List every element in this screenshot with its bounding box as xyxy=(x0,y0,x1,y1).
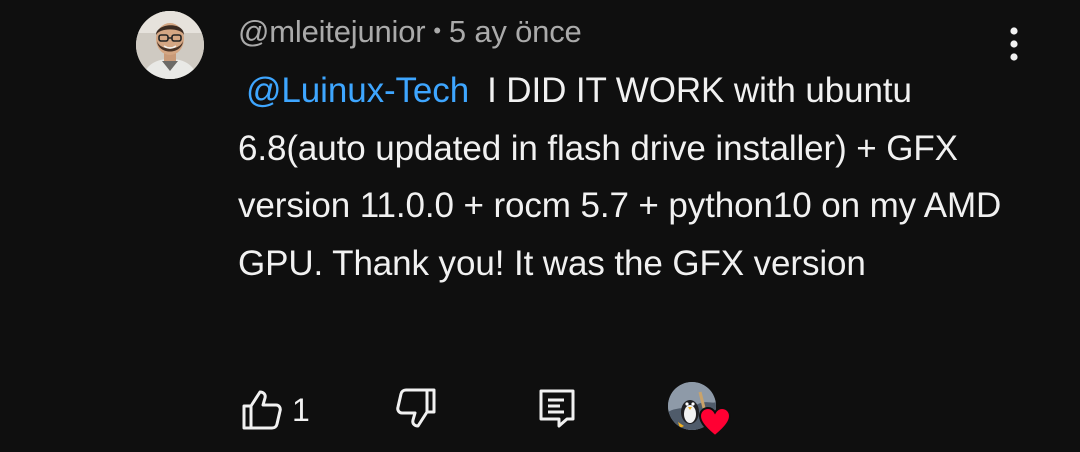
like-count: 1 xyxy=(292,392,310,428)
reply-comment-icon[interactable] xyxy=(534,386,580,432)
creator-heart-badge xyxy=(668,382,732,438)
more-vert-icon[interactable] xyxy=(1000,26,1028,64)
thumb-up-icon[interactable] xyxy=(238,386,284,432)
comment-header: @mleitejunior • 5 ay önce xyxy=(238,14,582,50)
author-name[interactable]: @mleitejunior xyxy=(238,14,426,49)
thumb-down-icon[interactable] xyxy=(394,386,440,432)
separator-dot: • xyxy=(433,18,441,43)
comment-actions: 1 xyxy=(236,380,1056,440)
mention-link[interactable]: @Luinux-Tech xyxy=(238,71,477,110)
user-avatar[interactable] xyxy=(136,11,204,79)
comment-text: @Luinux-Tech I DID IT WORK with ubuntu 6.… xyxy=(238,62,1038,292)
timestamp[interactable]: 5 ay önce xyxy=(449,14,582,49)
heart-icon xyxy=(698,406,732,438)
comment-thread: @mleitejunior • 5 ay önce @Luinux-Tech I DI… xyxy=(0,0,1080,452)
